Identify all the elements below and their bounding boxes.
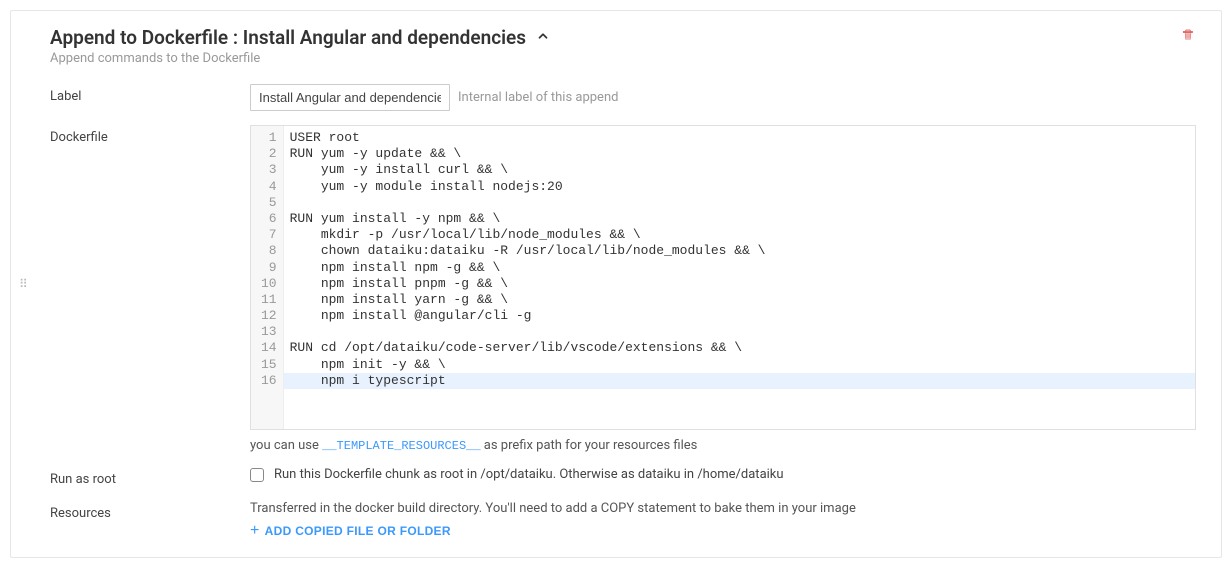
gutter-line: 16 — [261, 373, 277, 389]
gutter-line: 2 — [261, 146, 277, 162]
label-row: Label Internal label of this append — [50, 84, 1196, 111]
gutter-line: 14 — [261, 340, 277, 356]
code-line[interactable]: RUN yum install -y npm && \ — [284, 211, 1195, 227]
gutter-line: 7 — [261, 227, 277, 243]
run-as-root-label: Run this Dockerfile chunk as root in /op… — [274, 467, 784, 482]
code-gutter: 12345678910111213141516 — [251, 126, 284, 429]
run-as-root-caption: Run as root — [50, 467, 250, 487]
gutter-line: 12 — [261, 308, 277, 324]
gutter-line: 11 — [261, 292, 277, 308]
code-line[interactable]: npm i typescript — [284, 373, 1195, 389]
gutter-line: 5 — [261, 195, 277, 211]
panel-title: Append to Dockerfile : Install Angular a… — [50, 26, 526, 49]
code-line[interactable]: USER root — [284, 130, 1195, 146]
code-line[interactable]: yum -y module install nodejs:20 — [284, 179, 1195, 195]
gutter-line: 13 — [261, 324, 277, 340]
drag-handle-icon[interactable]: ⠿ — [19, 282, 29, 286]
label-caption: Label — [50, 84, 250, 104]
code-line[interactable]: chown dataiku:dataiku -R /usr/local/lib/… — [284, 243, 1195, 259]
dockerfile-append-panel: ⠿ Append to Dockerfile : Install Angular… — [10, 10, 1222, 558]
panel-header: Append to Dockerfile : Install Angular a… — [50, 26, 1196, 66]
dockerfile-caption: Dockerfile — [50, 125, 250, 145]
run-as-root-row: Run as root Run this Dockerfile chunk as… — [50, 467, 1196, 487]
code-line[interactable]: npm install npm -g && \ — [284, 260, 1195, 276]
gutter-line: 1 — [261, 130, 277, 146]
code-line[interactable] — [284, 195, 1195, 211]
dockerfile-editor[interactable]: 12345678910111213141516 USER rootRUN yum… — [250, 125, 1196, 430]
plus-icon: + — [250, 525, 260, 537]
gutter-line: 15 — [261, 357, 277, 373]
resources-caption: Resources — [50, 501, 250, 521]
editor-help: you can use __TEMPLATE_RESOURCES__ as pr… — [250, 438, 1196, 453]
code-line[interactable]: RUN cd /opt/dataiku/code-server/lib/vsco… — [284, 340, 1195, 356]
collapse-toggle[interactable]: Append to Dockerfile : Install Angular a… — [50, 26, 550, 49]
panel-subtitle: Append commands to the Dockerfile — [50, 51, 550, 66]
delete-button[interactable] — [1180, 26, 1196, 47]
gutter-line: 8 — [261, 243, 277, 259]
trash-icon — [1182, 28, 1194, 42]
gutter-line: 4 — [261, 179, 277, 195]
code-line[interactable] — [284, 324, 1195, 340]
resources-row: Resources Transferred in the docker buil… — [50, 501, 1196, 539]
dockerfile-row: Dockerfile 12345678910111213141516 USER … — [50, 125, 1196, 453]
code-content[interactable]: USER rootRUN yum -y update && \ yum -y i… — [284, 126, 1195, 429]
run-as-root-checkbox[interactable] — [250, 468, 264, 482]
resources-description: Transferred in the docker build director… — [250, 501, 1196, 516]
label-hint: Internal label of this append — [458, 90, 618, 105]
add-resource-button[interactable]: + ADD COPIED FILE OR FOLDER — [250, 524, 451, 538]
gutter-line: 10 — [261, 276, 277, 292]
code-line[interactable]: npm install pnpm -g && \ — [284, 276, 1195, 292]
gutter-line: 3 — [261, 162, 277, 178]
template-var: __TEMPLATE_RESOURCES__ — [322, 439, 480, 453]
code-line[interactable]: mkdir -p /usr/local/lib/node_modules && … — [284, 227, 1195, 243]
label-input[interactable] — [250, 84, 450, 111]
add-resource-label: ADD COPIED FILE OR FOLDER — [265, 524, 451, 538]
chevron-up-icon — [536, 29, 550, 47]
code-line[interactable]: RUN yum -y update && \ — [284, 146, 1195, 162]
code-line[interactable]: npm init -y && \ — [284, 357, 1195, 373]
form-body: Label Internal label of this append Dock… — [50, 84, 1196, 539]
code-line[interactable]: yum -y install curl && \ — [284, 162, 1195, 178]
code-line[interactable]: npm install yarn -g && \ — [284, 292, 1195, 308]
gutter-line: 6 — [261, 211, 277, 227]
code-line[interactable]: npm install @angular/cli -g — [284, 308, 1195, 324]
gutter-line: 9 — [261, 260, 277, 276]
